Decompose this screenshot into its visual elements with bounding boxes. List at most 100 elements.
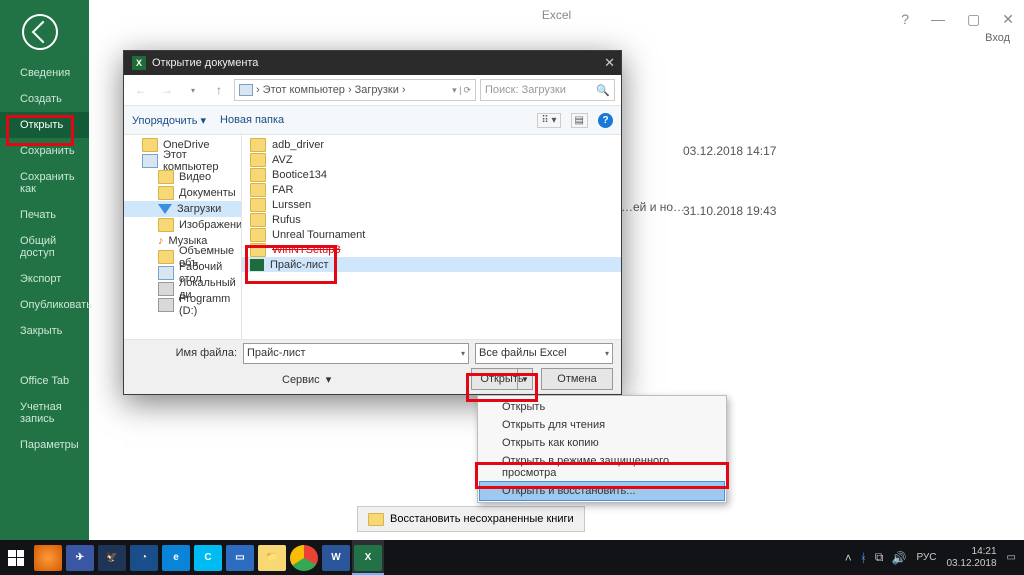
help-icon[interactable]: ?: [598, 113, 613, 128]
nav-forward-icon[interactable]: →: [156, 79, 178, 101]
menu-open[interactable]: Открыть: [480, 398, 724, 416]
file-row[interactable]: AVZ: [242, 152, 621, 167]
taskbar-app[interactable]: e: [160, 540, 192, 575]
excel-titlebar: Excel ? — ▢ ✕: [89, 0, 1024, 30]
view-mode-button[interactable]: ⠿ ▾: [537, 113, 560, 128]
bs-item-print[interactable]: Печать: [0, 202, 89, 228]
bs-item-publish[interactable]: Опубликовать: [0, 292, 89, 318]
back-button[interactable]: [22, 14, 58, 50]
file-row[interactable]: WinNTSetup3: [242, 242, 621, 257]
cancel-button[interactable]: Отмена: [541, 368, 613, 390]
preview-pane-button[interactable]: ▤: [571, 113, 588, 128]
folder-icon: [158, 170, 174, 184]
taskbar-app[interactable]: ▭: [224, 540, 256, 575]
file-label: Unreal Tournament: [272, 229, 365, 241]
folder-icon: [250, 183, 266, 197]
bs-item-info[interactable]: Сведения: [0, 60, 89, 86]
refresh-icon[interactable]: ⟳: [463, 85, 471, 96]
taskbar-chrome[interactable]: [288, 540, 320, 575]
file-row[interactable]: Bootice134: [242, 167, 621, 182]
new-folder-button[interactable]: Новая папка: [220, 114, 284, 126]
tray-volume-icon[interactable]: 🔊: [892, 551, 907, 565]
bs-item-account[interactable]: Учетная запись: [0, 394, 89, 432]
language-indicator[interactable]: РУС: [916, 552, 936, 563]
action-center-icon[interactable]: ▭: [1007, 552, 1016, 563]
breadcrumb[interactable]: › Этот компьютер › Загрузки › ▾ | ⟳: [234, 79, 476, 101]
nav-up-icon[interactable]: ↑: [208, 79, 230, 101]
bs-item-export[interactable]: Экспорт: [0, 266, 89, 292]
file-row[interactable]: FAR: [242, 182, 621, 197]
file-row[interactable]: Прайс-лист: [242, 257, 621, 272]
tree-node[interactable]: Этот компьютер: [124, 153, 241, 169]
filetype-select[interactable]: Все файлы Excel ▾: [475, 343, 613, 364]
crumb-pc[interactable]: Этот компьютер: [263, 84, 345, 96]
taskbar-app[interactable]: [32, 540, 64, 575]
organize-menu[interactable]: Упорядочить ▾: [132, 114, 206, 127]
login-link[interactable]: Вход: [985, 32, 1010, 44]
taskbar-app[interactable]: 🦅: [96, 540, 128, 575]
filename-label: Имя файла:: [132, 347, 237, 359]
folder-icon: [250, 243, 266, 257]
menu-open-repair[interactable]: Открыть и восстановить...: [479, 481, 725, 501]
maximize-icon[interactable]: ▢: [967, 4, 980, 34]
file-row[interactable]: Lurssen: [242, 197, 621, 212]
bs-item-officetab[interactable]: Office Tab: [0, 368, 89, 394]
bs-item-save[interactable]: Сохранить: [0, 138, 89, 164]
nav-back-icon[interactable]: ←: [130, 79, 152, 101]
bs-item-options[interactable]: Параметры: [0, 432, 89, 458]
menu-open-protected[interactable]: Открыть в режиме защищенного просмотра: [480, 452, 724, 482]
taskbar-app[interactable]: ◔: [128, 540, 160, 575]
tools-menu[interactable]: Сервис ▾: [132, 373, 331, 386]
folder-icon: [250, 228, 266, 242]
close-icon[interactable]: ✕: [1002, 4, 1014, 34]
file-row[interactable]: Unreal Tournament: [242, 227, 621, 242]
bs-item-open[interactable]: Открыть: [0, 112, 89, 138]
file-list: adb_driverAVZBootice134FARLurssenRufus Un…: [242, 133, 621, 340]
open-split-chevron-icon[interactable]: ▼: [517, 369, 532, 389]
search-input[interactable]: Поиск: Загрузки 🔍: [480, 79, 615, 101]
open-button[interactable]: Открыть ▼: [471, 368, 533, 390]
dialog-title: Открытие документа: [152, 57, 258, 69]
dialog-toolbar: Упорядочить ▾ Новая папка ⠿ ▾ ▤ ?: [124, 106, 621, 135]
start-button[interactable]: [0, 540, 32, 575]
taskbar-app[interactable]: C: [192, 540, 224, 575]
tree-node[interactable]: Загрузки: [124, 201, 241, 217]
tree-node[interactable]: Изображения: [124, 217, 241, 233]
folder-icon: [158, 186, 174, 200]
nav-recent-icon[interactable]: ▾: [182, 79, 204, 101]
excel-file-icon: [250, 259, 264, 271]
open-dropdown-menu: Открыть Открыть для чтения Открыть как к…: [477, 395, 727, 503]
tree-node[interactable]: Programm (D:): [124, 297, 241, 313]
taskbar-word[interactable]: W: [320, 540, 352, 575]
pc-icon: [239, 84, 253, 96]
taskbar-clock[interactable]: 14:21 03.12.2018: [946, 546, 996, 570]
filename-input[interactable]: Прайс-лист ▾: [243, 343, 469, 364]
file-row[interactable]: Rufus: [242, 212, 621, 227]
crumb-downloads[interactable]: Загрузки: [355, 84, 399, 96]
disk-icon: [158, 282, 174, 296]
bs-item-close[interactable]: Закрыть: [0, 318, 89, 344]
taskbar-app[interactable]: 📁: [256, 540, 288, 575]
bs-item-saveas[interactable]: Сохранить как: [0, 164, 89, 202]
help-icon[interactable]: ?: [901, 4, 909, 34]
bs-item-share[interactable]: Общий доступ: [0, 228, 89, 266]
file-label: WinNTSetup3: [272, 244, 340, 256]
tray-chevron-icon[interactable]: ˄: [845, 551, 852, 565]
system-tray[interactable]: ˄ ᚼ ⧉ 🔊: [845, 550, 907, 565]
menu-open-readonly[interactable]: Открыть для чтения: [480, 416, 724, 434]
tree-node[interactable]: Документы: [124, 185, 241, 201]
taskbar-app[interactable]: ✈: [64, 540, 96, 575]
restore-unsaved-button[interactable]: Восстановить несохраненные книги: [357, 506, 585, 532]
bs-item-new[interactable]: Создать: [0, 86, 89, 112]
taskbar-excel[interactable]: X: [352, 540, 384, 575]
folder-icon: [250, 198, 266, 212]
folder-icon: [368, 513, 384, 526]
file-label: Прайс-лист: [270, 259, 329, 271]
minimize-icon[interactable]: —: [931, 4, 945, 34]
tray-bluetooth-icon[interactable]: ᚼ: [860, 551, 867, 565]
file-row[interactable]: adb_driver: [242, 137, 621, 152]
folder-icon: [250, 138, 266, 152]
menu-open-copy[interactable]: Открыть как копию: [480, 434, 724, 452]
tray-wifi-icon[interactable]: ⧉: [875, 550, 884, 565]
dialog-close-button[interactable]: ✕: [604, 55, 615, 71]
